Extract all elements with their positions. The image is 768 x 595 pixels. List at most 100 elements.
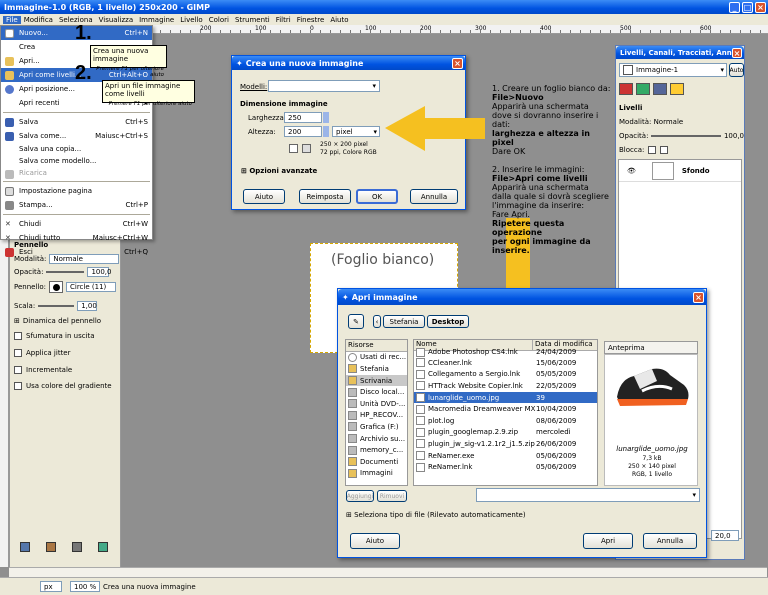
gradient-checkbox[interactable] <box>14 382 22 390</box>
jitter-checkbox[interactable] <box>14 349 22 357</box>
place-item[interactable]: Disco local... <box>346 386 407 398</box>
scale-value[interactable]: 1,00 <box>77 301 98 311</box>
layers-close-button[interactable]: × <box>732 47 742 58</box>
horizontal-scrollbar[interactable] <box>9 567 767 577</box>
auto-button[interactable]: Auto <box>729 63 744 77</box>
place-item[interactable]: Scrivania <box>346 374 407 387</box>
tab-channels[interactable] <box>636 83 650 95</box>
height-spinner[interactable] <box>323 126 329 137</box>
path-button-desktop[interactable]: Desktop <box>427 315 469 328</box>
file-row[interactable]: Adobe Photoshop CS4.lnk 24/04/2009 <box>414 347 597 357</box>
menu-immagine[interactable]: Immagine <box>136 16 177 24</box>
landscape-icon[interactable] <box>302 144 311 153</box>
menu-aiuto[interactable]: Aiuto <box>327 16 351 24</box>
unit-selector[interactable]: px <box>40 581 62 592</box>
file-row[interactable]: ReNamer.exe 05/06/2009 <box>414 450 597 462</box>
file-row[interactable]: CCleaner.lnk 15/06/2009 <box>414 357 597 369</box>
width-spinner[interactable] <box>323 112 329 123</box>
width-input[interactable]: 250 <box>284 112 322 123</box>
place-item[interactable]: Unità DVD-... <box>346 398 407 410</box>
opacity-value[interactable]: 100,0 <box>87 267 111 277</box>
menu-item-chiudi[interactable]: ✕ Chiudi Ctrl+W <box>1 217 152 231</box>
lock-alpha-checkbox[interactable] <box>660 146 669 154</box>
file-row[interactable]: Macromedia Dreamweaver MX.lnk10/04/2009 <box>414 403 597 415</box>
menu-livello[interactable]: Livello <box>177 16 205 24</box>
place-item[interactable]: Usati di rec... <box>346 352 407 364</box>
layers-mode[interactable]: Modalità: Normale <box>619 118 683 126</box>
menu-item-salva[interactable]: Salva Ctrl+S <box>1 115 152 129</box>
menu-strumenti[interactable]: Strumenti <box>232 16 273 24</box>
menu-item-salva-come[interactable]: Salva come... Maiusc+Ctrl+S <box>1 129 152 143</box>
brush-preview-icon[interactable] <box>49 281 63 293</box>
place-item[interactable]: Documenti <box>346 456 407 468</box>
menu-item-stampa[interactable]: Stampa... Ctrl+P <box>1 198 152 212</box>
restore-preset-icon[interactable] <box>46 542 56 552</box>
ok-button[interactable]: OK <box>356 189 398 204</box>
reset-button[interactable]: Reimposta <box>299 189 351 204</box>
tab-undo[interactable] <box>670 83 684 95</box>
open-button[interactable]: Apri <box>583 533 633 549</box>
place-item[interactable]: HP_RECOV... <box>346 410 407 422</box>
back-button[interactable]: ‹ <box>373 315 381 328</box>
cancel-button[interactable]: Annulla <box>410 189 458 204</box>
layers-opacity-value[interactable]: 100,0 <box>724 132 744 140</box>
bottom-value[interactable]: 20,0 <box>711 530 739 541</box>
fade-checkbox[interactable] <box>14 332 22 340</box>
opacity-slider[interactable] <box>46 271 85 273</box>
unit-select[interactable]: pixel ▾ <box>332 126 380 137</box>
menu-visualizza[interactable]: Visualizza <box>96 16 136 24</box>
close-button[interactable]: × <box>755 1 766 13</box>
expand-icon[interactable]: ⊞ <box>14 317 20 325</box>
filetype-expander[interactable]: ⊞ Seleziona tipo di file (Rilevato autom… <box>346 511 526 519</box>
incremental-checkbox[interactable] <box>14 366 22 374</box>
file-row[interactable]: plot.log 08/06/2009 <box>414 415 597 427</box>
minimize-button[interactable]: _ <box>729 1 740 13</box>
menu-filtri[interactable]: Filtri <box>273 16 294 24</box>
layer-row[interactable]: 👁 Sfondo <box>619 160 741 182</box>
file-row[interactable]: HTTrack Website Copier.lnk 22/05/2009 <box>414 380 597 392</box>
file-row[interactable]: Collegamento a Sergio.lnk 05/05/2009 <box>414 369 597 381</box>
menu-file[interactable]: File <box>3 15 21 24</box>
file-row-selected[interactable]: lunarglide_uomo.jpg 39 <box>414 391 597 404</box>
open-close-button[interactable]: × <box>693 291 704 303</box>
menu-finestre[interactable]: Finestre <box>294 16 328 24</box>
scale-slider[interactable] <box>38 305 75 307</box>
height-input[interactable]: 200 <box>284 126 322 137</box>
delete-icon[interactable] <box>72 542 82 552</box>
menu-item-chiudi-tutto[interactable]: ✕ Chiudi tutto Maiusc+Ctrl+W <box>1 231 152 245</box>
place-item[interactable]: Immagini <box>346 468 407 480</box>
file-row[interactable]: plugin_jw_sig-v1.2.1r2_j1.5.zip 26/06/200… <box>414 438 597 450</box>
filter-select[interactable]: ▾ <box>476 488 700 502</box>
open-help-button[interactable]: Aiuto <box>350 533 400 549</box>
new-image-close-button[interactable]: × <box>452 57 463 69</box>
menu-item-salva-modello[interactable]: Salva come modello... <box>1 155 152 167</box>
menu-colori[interactable]: Colori <box>206 16 232 24</box>
place-item[interactable]: memory_c... <box>346 444 407 456</box>
menu-item-impostazione[interactable]: Impostazione pagina <box>1 184 152 198</box>
menu-item-esci[interactable]: Esci Ctrl+Q <box>1 245 152 259</box>
help-button[interactable]: Aiuto <box>243 189 285 204</box>
reset-icon[interactable] <box>98 542 108 552</box>
menu-modifica[interactable]: Modifica <box>21 16 56 24</box>
place-item[interactable]: Stefania <box>346 363 407 375</box>
maximize-button[interactable]: □ <box>742 1 753 13</box>
place-item[interactable]: Grafica (F:) <box>346 421 407 433</box>
save-preset-icon[interactable] <box>20 542 30 552</box>
edit-location-button[interactable]: ✎ <box>348 314 364 329</box>
file-row[interactable]: plugin_googlemap.2.9.zip mercoledì <box>414 427 597 439</box>
advanced-expander[interactable]: ⊞ Opzioni avanzate <box>241 167 317 175</box>
portrait-icon[interactable] <box>289 144 298 153</box>
eye-icon[interactable]: 👁 <box>627 167 636 175</box>
tab-paths[interactable] <box>653 83 667 95</box>
menu-item-salva-copia[interactable]: Salva una copia... <box>1 143 152 155</box>
file-row[interactable]: ReNamer.lnk 05/06/2009 <box>414 461 597 473</box>
tab-layers[interactable] <box>619 83 633 95</box>
image-select[interactable]: Immagine-1 ▾ <box>619 63 727 77</box>
layers-opacity-slider[interactable] <box>651 135 721 137</box>
path-button-stefania[interactable]: Stefania <box>383 315 425 328</box>
open-cancel-button[interactable]: Annulla <box>643 533 697 549</box>
zoom-selector[interactable]: 100 % <box>70 581 100 592</box>
place-item[interactable]: Archivio su... <box>346 433 407 445</box>
lock-pixels-checkbox[interactable] <box>648 146 657 154</box>
template-select[interactable]: ▾ <box>268 80 380 92</box>
